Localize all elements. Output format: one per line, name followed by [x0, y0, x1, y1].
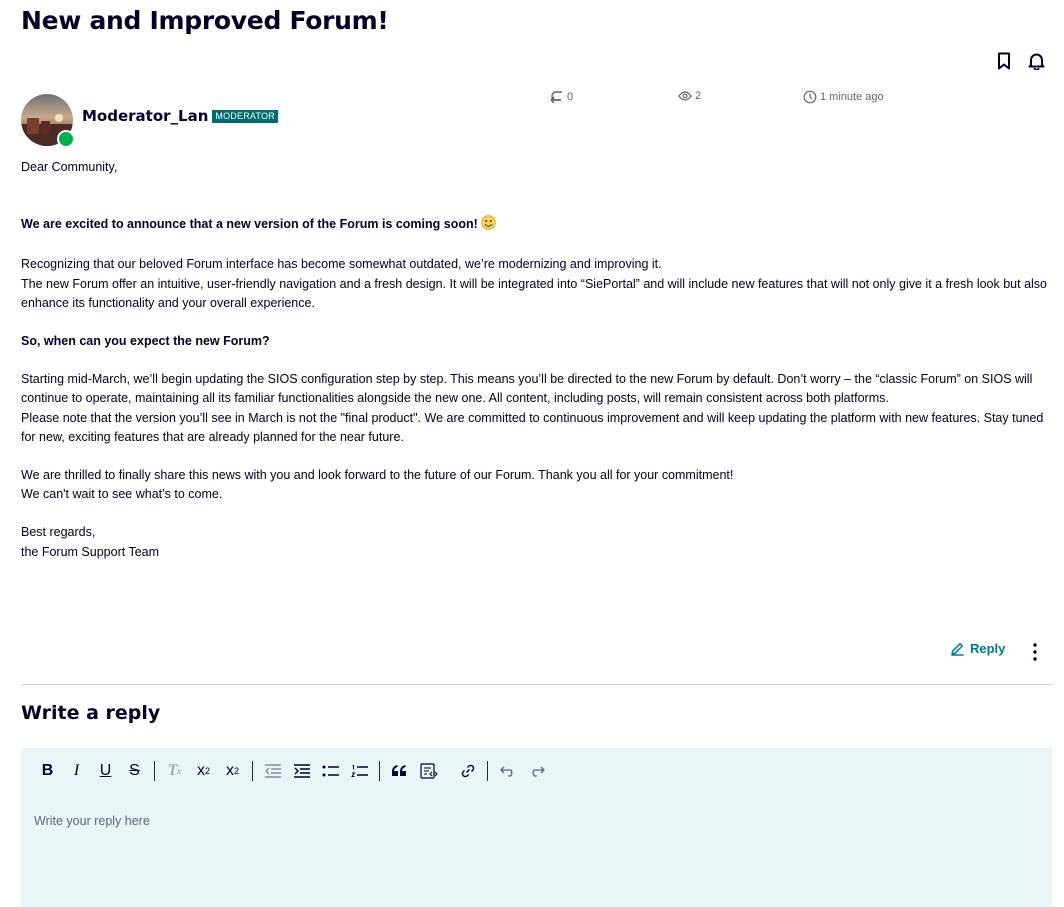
section-divider [21, 684, 1052, 685]
greeting: Dear Community, [21, 160, 118, 174]
online-status-indicator [57, 130, 75, 148]
question-heading: So, when can you expect the new Forum? [21, 334, 270, 349]
code-block-icon[interactable] [414, 759, 443, 783]
post-body: Dear Community, We are excited to announ… [21, 158, 1051, 562]
toolbar-divider [252, 761, 253, 781]
subscript-icon[interactable]: x2 [189, 759, 218, 783]
announcement-text: We are excited to announce that a new ve… [21, 217, 478, 232]
clear-format-icon[interactable]: Tx [160, 759, 189, 783]
pencil-icon [951, 642, 964, 656]
post-author: Moderator_Lan MODERATOR [82, 107, 278, 125]
timestamp-text: 1 minute ago [820, 91, 884, 103]
bold-icon[interactable]: B [33, 759, 62, 783]
view-count: 2 [678, 90, 701, 102]
bell-icon[interactable] [1026, 51, 1046, 71]
post-actions: Reply [950, 641, 1005, 656]
link-icon[interactable] [453, 759, 482, 783]
paragraph-3-line-1: We are thrilled to finally share this ne… [21, 468, 734, 483]
reply-count-value: 0 [567, 91, 574, 103]
redo-icon[interactable] [522, 759, 551, 783]
reply-input-placeholder: Write your reply here [34, 814, 150, 828]
blockquote-icon[interactable] [385, 759, 414, 783]
paragraph-1-line-1: Recognizing that our beloved Forum inter… [21, 257, 662, 272]
moderator-badge: MODERATOR [212, 109, 278, 123]
more-options-icon[interactable] [1030, 642, 1040, 666]
reply-button[interactable]: Reply [950, 641, 1005, 656]
announcement: We are excited to announce that a new ve… [21, 215, 1051, 236]
paragraph-2-line-1: Starting mid-March, we’ll begin updating… [21, 372, 1033, 406]
reply-arrow-icon [550, 91, 562, 104]
reply-count: 0 [548, 90, 573, 104]
author-avatar-container[interactable] [21, 94, 75, 148]
write-reply-heading: Write a reply [21, 702, 161, 724]
toolbar-divider [154, 761, 155, 781]
author-name[interactable]: Moderator_Lan [82, 107, 208, 125]
strikethrough-icon[interactable]: S [120, 759, 149, 783]
undo-icon[interactable] [493, 759, 522, 783]
underline-icon[interactable]: U [91, 759, 120, 783]
post-top-actions [994, 51, 1046, 71]
bookmark-icon[interactable] [994, 51, 1014, 71]
reply-editor[interactable]: B I U S Tx x2 x2 Write your reply here [21, 748, 1052, 907]
paragraph-2-line-2: Please note that the version you’ll see … [21, 410, 1044, 444]
signoff-line-2: the Forum Support Team [21, 544, 160, 559]
eye-icon [678, 91, 692, 101]
reply-button-label: Reply [970, 641, 1006, 656]
paragraph-3-line-2: We can't wait to see what’s to come. [21, 487, 223, 502]
outdent-icon[interactable] [258, 759, 287, 783]
toolbar-divider [379, 761, 380, 781]
superscript-icon[interactable]: x2 [218, 759, 247, 783]
italic-icon[interactable]: I [62, 759, 91, 783]
view-count-value: 2 [695, 90, 702, 102]
toolbar-divider [487, 761, 488, 781]
signoff-line-1: Best regards, [21, 525, 96, 540]
post-title: New and Improved Forum! [21, 6, 389, 35]
paragraph-1-line-2: The new Forum offer an intuitive, user-f… [21, 276, 1048, 310]
numbered-list-icon[interactable] [345, 759, 374, 783]
indent-icon[interactable] [287, 759, 316, 783]
smiley-emoji-icon [481, 215, 496, 236]
editor-toolbar: B I U S Tx x2 x2 [33, 759, 551, 783]
bulleted-list-icon[interactable] [316, 759, 345, 783]
clock-icon [803, 90, 817, 104]
post-timestamp: 1 minute ago [803, 90, 884, 104]
